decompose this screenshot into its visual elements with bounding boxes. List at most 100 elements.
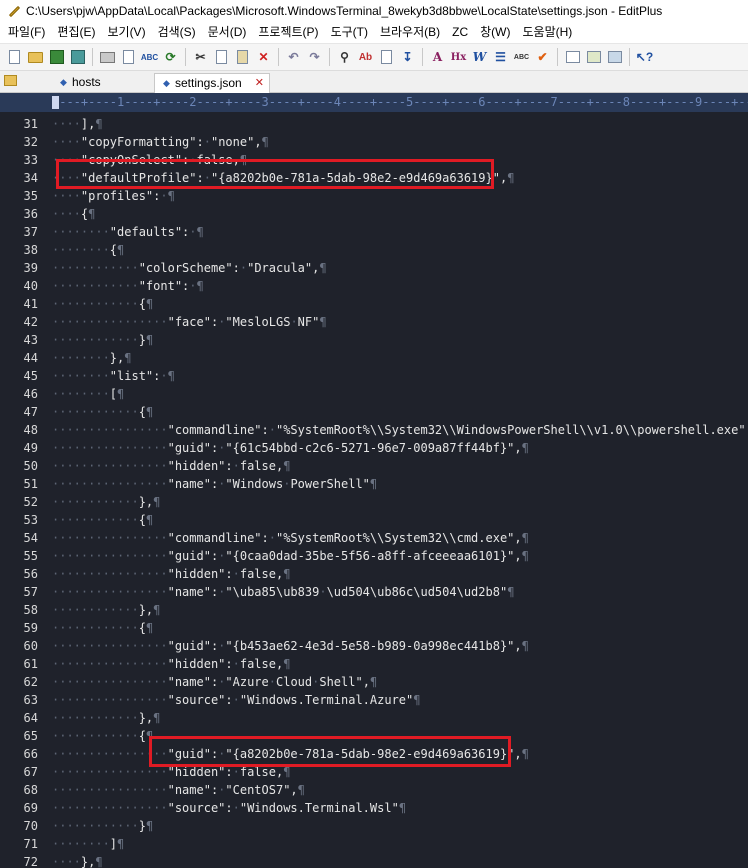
tab-settings-json[interactable]: ◆ settings.json ✕ [154,73,270,93]
code-line[interactable]: 65 ············{¶ [0,727,748,745]
code-line[interactable]: 38 ········{¶ [0,241,748,259]
line-text: ············}¶ [52,333,154,347]
code-line[interactable]: 60 ················"guid":·"{b453ae62-4e3… [0,637,748,655]
code-line[interactable]: 59 ············{¶ [0,619,748,637]
code-line[interactable]: 45 ········"list":·¶ [0,367,748,385]
menu-browser[interactable]: 브라우저(B) [374,22,446,43]
line-text: ········},¶ [52,351,132,365]
code-line[interactable]: 66 ················"guid":·"{a8202b0e-781… [0,745,748,763]
code-editor[interactable]: 31 ····],¶ 32 ····"copyFormatting":·"none",… [0,112,748,868]
code-line[interactable]: 40 ············"font":·¶ [0,277,748,295]
code-line[interactable]: 32 ····"copyFormatting":·"none",¶ [0,133,748,151]
menu-document[interactable]: 문서(D) [202,22,253,43]
code-line[interactable]: 56 ················"hidden":·false,¶ [0,565,748,583]
code-line[interactable]: 34 ····"defaultProfile":·"{a8202b0e-781a-… [0,169,748,187]
code-line[interactable]: 51 ················"name":·"Windows·Power… [0,475,748,493]
new-file-icon[interactable] [5,48,24,67]
code-line[interactable]: 58 ············},¶ [0,601,748,619]
save-all-icon[interactable] [68,48,87,67]
code-line[interactable]: 55 ················"guid":·"{0caa0dad-35b… [0,547,748,565]
menu-zc[interactable]: ZC [446,22,474,43]
line-number: 43 [23,333,38,347]
line-text: ················"source":·"Windows.Termi… [52,693,421,707]
line-number: 61 [23,657,38,671]
code-lines: 31 ····],¶ 32 ····"copyFormatting":·"none",… [0,115,748,868]
menu-help[interactable]: 도움말(H) [517,22,579,43]
code-line[interactable]: 52 ············},¶ [0,493,748,511]
code-line[interactable]: 41 ············{¶ [0,295,748,313]
line-number-icon[interactable]: ☰ [491,48,510,67]
code-line[interactable]: 42 ················"face":·"MesloLGS·NF"¶ [0,313,748,331]
code-line[interactable]: 53 ············{¶ [0,511,748,529]
code-line[interactable]: 57 ················"name":·"\uba85\ub839·… [0,583,748,601]
goto-icon[interactable]: ↧ [398,48,417,67]
find-icon[interactable]: ⚲ [335,48,354,67]
tab-hosts[interactable]: ◆ hosts [52,73,148,93]
code-line[interactable]: 44 ········},¶ [0,349,748,367]
copy-icon[interactable] [212,48,231,67]
cut-icon[interactable]: ✂ [191,48,210,67]
code-line[interactable]: 61 ················"hidden":·false,¶ [0,655,748,673]
cliptext-icon[interactable] [605,48,624,67]
code-line[interactable]: 71 ········]¶ [0,835,748,853]
font-icon[interactable]: A [428,48,447,67]
window-title: C:\Users\pjw\AppData\Local\Packages\Micr… [26,4,663,18]
output-window-icon[interactable] [563,48,582,67]
print-preview-icon[interactable] [119,48,138,67]
code-line[interactable]: 50 ················"hidden":·false,¶ [0,457,748,475]
replace-icon[interactable]: Ab [356,48,375,67]
code-line[interactable]: 68 ················"name":·"CentOS7",¶ [0,781,748,799]
menu-project[interactable]: 프로젝트(P) [252,22,324,43]
menu-edit[interactable]: 편집(E) [51,22,101,43]
code-line[interactable]: 64 ············},¶ [0,709,748,727]
delete-icon[interactable]: ✕ [254,48,273,67]
help-icon[interactable]: ↖? [635,48,654,67]
code-line[interactable]: 72 ····},¶ [0,853,748,868]
code-line[interactable]: 63 ················"source":·"Windows.Ter… [0,691,748,709]
menu-search[interactable]: 검색(S) [152,22,202,43]
close-icon[interactable]: ✕ [255,74,264,92]
line-text: ············{¶ [52,405,154,419]
editplus-pen-icon [6,4,21,18]
line-number: 70 [23,819,38,833]
save-icon[interactable] [47,48,66,67]
code-line[interactable]: 47 ············{¶ [0,403,748,421]
menu-file[interactable]: 파일(F) [0,22,51,43]
menu-tools[interactable]: 도구(T) [325,22,374,43]
spell-check-icon[interactable]: ABC [140,48,159,67]
code-line[interactable]: 69 ················"source":·"Windows.Ter… [0,799,748,817]
folder-icon[interactable] [4,75,17,86]
code-line[interactable]: 43 ············}¶ [0,331,748,349]
line-text: ····"copyOnSelect":·false,¶ [52,153,248,167]
refresh-icon[interactable]: ⟳ [161,48,180,67]
paste-icon[interactable] [233,48,252,67]
code-line[interactable]: 37 ········"defaults":·¶ [0,223,748,241]
code-line[interactable]: 33 ····"copyOnSelect":·false,¶ [0,151,748,169]
ruler-toggle-icon[interactable]: ABC [512,48,531,67]
open-folder-icon[interactable] [26,48,45,67]
code-line[interactable]: 48 ················"commandline":·"%Syste… [0,421,748,439]
print-icon[interactable] [98,48,117,67]
word-wrap-icon[interactable]: W [470,48,489,67]
spell-check-mark-icon[interactable]: ✔ [533,48,552,67]
code-line[interactable]: 39 ············"colorScheme":·"Dracula",¶ [0,259,748,277]
code-line[interactable]: 67 ················"hidden":·false,¶ [0,763,748,781]
code-line[interactable]: 46 ········[¶ [0,385,748,403]
hex-icon[interactable]: Hx [449,48,468,67]
menu-view[interactable]: 보기(V) [101,22,151,43]
find-in-files-icon[interactable] [377,48,396,67]
line-text: ············{¶ [52,729,154,743]
line-number: 51 [23,477,38,491]
undo-icon[interactable]: ↶ [284,48,303,67]
code-line[interactable]: 54 ················"commandline":·"%Syste… [0,529,748,547]
code-line[interactable]: 31 ····],¶ [0,115,748,133]
toolbar-separator [557,48,558,66]
code-line[interactable]: 35 ····"profiles":·¶ [0,187,748,205]
code-line[interactable]: 36 ····{¶ [0,205,748,223]
code-line[interactable]: 49 ················"guid":·"{61c54bbd-c2c… [0,439,748,457]
code-line[interactable]: 62 ················"name":·"Azure·Cloud·S… [0,673,748,691]
redo-icon[interactable]: ↷ [305,48,324,67]
directory-window-icon[interactable] [584,48,603,67]
menu-window[interactable]: 창(W) [474,22,516,43]
code-line[interactable]: 70 ············}¶ [0,817,748,835]
